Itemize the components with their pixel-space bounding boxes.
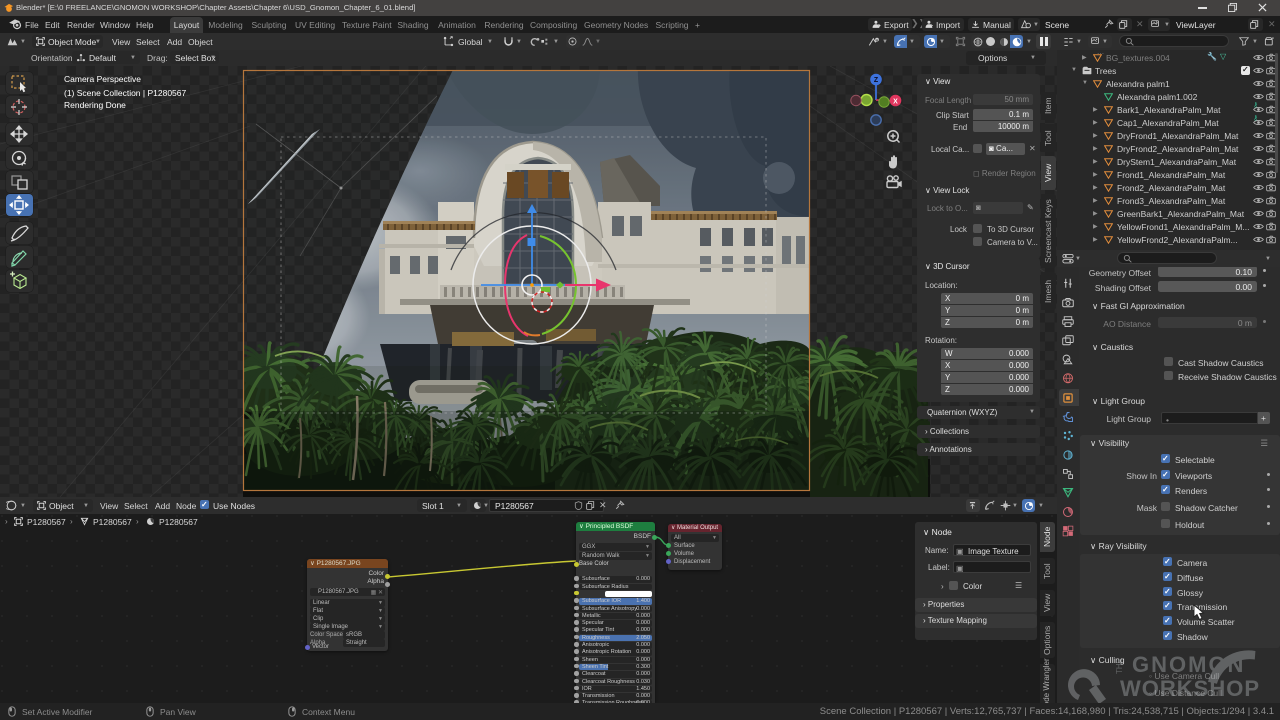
svg-text:Z: Z — [874, 77, 879, 84]
svg-text:X: X — [893, 99, 898, 106]
